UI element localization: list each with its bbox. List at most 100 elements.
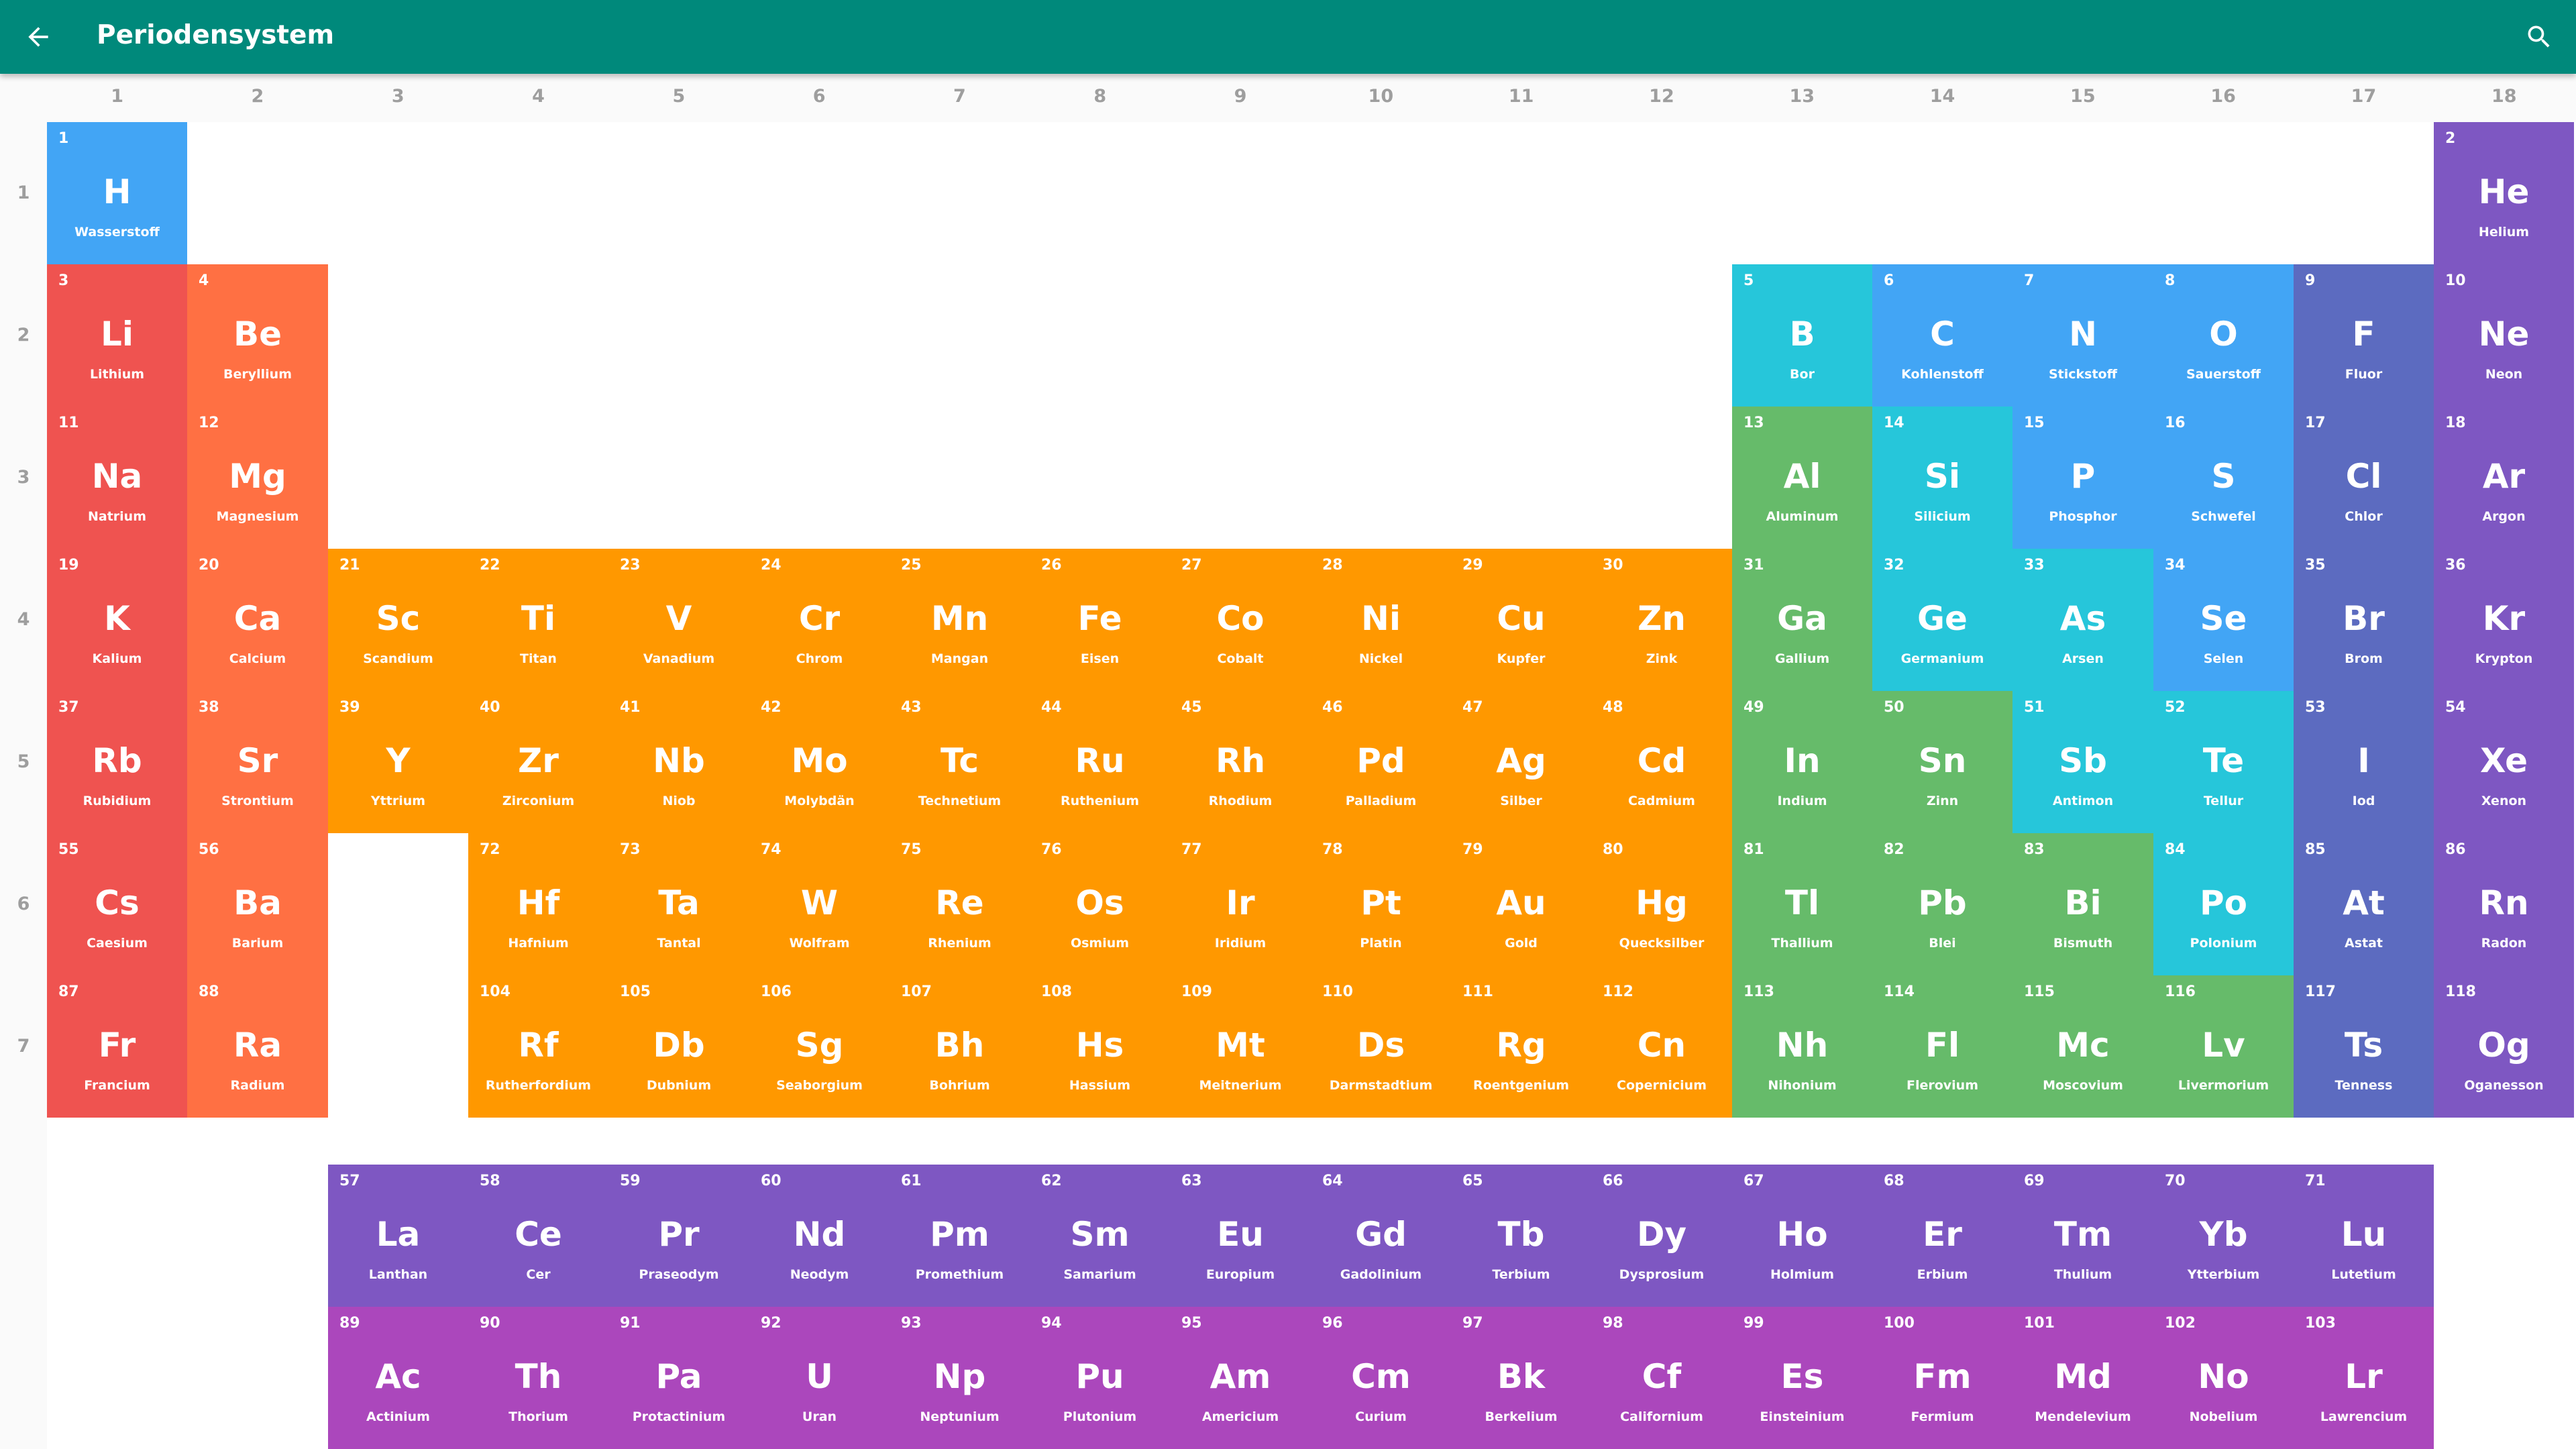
element-cell-rg[interactable]: 111 Rg Roentgenium [1451,975,1591,1118]
element-cell-mn[interactable]: 25 Mn Mangan [890,549,1030,691]
element-cell-y[interactable]: 39 Y Yttrium [328,691,468,833]
element-cell-k[interactable]: 19 K Kalium [47,549,187,691]
element-cell-li[interactable]: 3 Li Lithium [47,264,187,407]
element-cell-n[interactable]: 7 N Stickstoff [2012,264,2153,407]
element-cell-ag[interactable]: 47 Ag Silber [1451,691,1591,833]
element-cell-mc[interactable]: 115 Mc Moscovium [2012,975,2153,1118]
element-cell-zn[interactable]: 30 Zn Zink [1591,549,1732,691]
element-cell-fe[interactable]: 26 Fe Eisen [1030,549,1170,691]
element-cell-rf[interactable]: 104 Rf Rutherfordium [468,975,608,1118]
element-cell-sr[interactable]: 38 Sr Strontium [187,691,328,833]
element-cell-bk[interactable]: 97 Bk Berkelium [1451,1307,1591,1449]
element-cell-sb[interactable]: 51 Sb Antimon [2012,691,2153,833]
element-cell-lv[interactable]: 116 Lv Livermorium [2153,975,2294,1118]
element-cell-u[interactable]: 92 U Uran [749,1307,890,1449]
element-cell-ge[interactable]: 32 Ge Germanium [1872,549,2012,691]
element-cell-ne[interactable]: 10 Ne Neon [2434,264,2574,407]
element-cell-fr[interactable]: 87 Fr Francium [47,975,187,1118]
element-cell-cu[interactable]: 29 Cu Kupfer [1451,549,1591,691]
element-cell-o[interactable]: 8 O Sauerstoff [2153,264,2294,407]
element-cell-pd[interactable]: 46 Pd Palladium [1311,691,1451,833]
element-cell-ni[interactable]: 28 Ni Nickel [1311,549,1451,691]
element-cell-h[interactable]: 1 H Wasserstoff [47,122,187,264]
element-cell-pr[interactable]: 59 Pr Praseodym [608,1165,749,1307]
element-cell-zr[interactable]: 40 Zr Zirconium [468,691,608,833]
element-cell-pa[interactable]: 91 Pa Protactinium [608,1307,749,1449]
element-cell-sn[interactable]: 50 Sn Zinn [1872,691,2012,833]
element-cell-nh[interactable]: 113 Nh Nihonium [1732,975,1872,1118]
back-button[interactable] [1,0,75,74]
element-cell-fl[interactable]: 114 Fl Flerovium [1872,975,2012,1118]
element-cell-si[interactable]: 14 Si Silicium [1872,407,2012,549]
element-cell-la[interactable]: 57 La Lanthan [328,1165,468,1307]
element-cell-cl[interactable]: 17 Cl Chlor [2294,407,2434,549]
element-cell-pm[interactable]: 61 Pm Promethium [890,1165,1030,1307]
element-cell-ca[interactable]: 20 Ca Calcium [187,549,328,691]
element-cell-md[interactable]: 101 Md Mendelevium [2012,1307,2153,1449]
element-cell-ba[interactable]: 56 Ba Barium [187,833,328,975]
element-cell-ti[interactable]: 22 Ti Titan [468,549,608,691]
element-cell-tm[interactable]: 69 Tm Thulium [2012,1165,2153,1307]
element-cell-cf[interactable]: 98 Cf Californium [1591,1307,1732,1449]
element-cell-np[interactable]: 93 Np Neptunium [890,1307,1030,1449]
element-cell-kr[interactable]: 36 Kr Krypton [2434,549,2574,691]
element-cell-f[interactable]: 9 F Fluor [2294,264,2434,407]
element-cell-tl[interactable]: 81 Tl Thallium [1732,833,1872,975]
element-cell-rh[interactable]: 45 Rh Rhodium [1170,691,1311,833]
element-cell-sc[interactable]: 21 Sc Scandium [328,549,468,691]
element-cell-re[interactable]: 75 Re Rhenium [890,833,1030,975]
element-cell-ds[interactable]: 110 Ds Darmstadtium [1311,975,1451,1118]
element-cell-ac[interactable]: 89 Ac Actinium [328,1307,468,1449]
element-cell-rn[interactable]: 86 Rn Radon [2434,833,2574,975]
element-cell-cm[interactable]: 96 Cm Curium [1311,1307,1451,1449]
element-cell-be[interactable]: 4 Be Beryllium [187,264,328,407]
element-cell-yb[interactable]: 70 Yb Ytterbium [2153,1165,2294,1307]
element-cell-cr[interactable]: 24 Cr Chrom [749,549,890,691]
element-cell-ga[interactable]: 31 Ga Gallium [1732,549,1872,691]
element-cell-bh[interactable]: 107 Bh Bohrium [890,975,1030,1118]
element-cell-se[interactable]: 34 Se Selen [2153,549,2294,691]
element-cell-pt[interactable]: 78 Pt Platin [1311,833,1451,975]
element-cell-hg[interactable]: 80 Hg Quecksilber [1591,833,1732,975]
element-cell-c[interactable]: 6 C Kohlenstoff [1872,264,2012,407]
element-cell-ra[interactable]: 88 Ra Radium [187,975,328,1118]
element-cell-at[interactable]: 85 At Astat [2294,833,2434,975]
element-cell-er[interactable]: 68 Er Erbium [1872,1165,2012,1307]
element-cell-hs[interactable]: 108 Hs Hassium [1030,975,1170,1118]
element-cell-al[interactable]: 13 Al Aluminum [1732,407,1872,549]
element-cell-au[interactable]: 79 Au Gold [1451,833,1591,975]
element-cell-br[interactable]: 35 Br Brom [2294,549,2434,691]
element-cell-cd[interactable]: 48 Cd Cadmium [1591,691,1732,833]
element-cell-sm[interactable]: 62 Sm Samarium [1030,1165,1170,1307]
element-cell-xe[interactable]: 54 Xe Xenon [2434,691,2574,833]
element-cell-w[interactable]: 74 W Wolfram [749,833,890,975]
element-cell-fm[interactable]: 100 Fm Fermium [1872,1307,2012,1449]
element-cell-os[interactable]: 76 Os Osmium [1030,833,1170,975]
element-cell-pb[interactable]: 82 Pb Blei [1872,833,2012,975]
element-cell-es[interactable]: 99 Es Einsteinium [1732,1307,1872,1449]
element-cell-sg[interactable]: 106 Sg Seaborgium [749,975,890,1118]
element-cell-cs[interactable]: 55 Cs Caesium [47,833,187,975]
element-cell-ts[interactable]: 117 Ts Tenness [2294,975,2434,1118]
element-cell-pu[interactable]: 94 Pu Plutonium [1030,1307,1170,1449]
element-cell-ru[interactable]: 44 Ru Ruthenium [1030,691,1170,833]
element-cell-in[interactable]: 49 In Indium [1732,691,1872,833]
element-cell-og[interactable]: 118 Og Oganesson [2434,975,2574,1118]
element-cell-gd[interactable]: 64 Gd Gadolinium [1311,1165,1451,1307]
element-cell-ta[interactable]: 73 Ta Tantal [608,833,749,975]
element-cell-rb[interactable]: 37 Rb Rubidium [47,691,187,833]
element-cell-db[interactable]: 105 Db Dubnium [608,975,749,1118]
element-cell-no[interactable]: 102 No Nobelium [2153,1307,2294,1449]
element-cell-mt[interactable]: 109 Mt Meitnerium [1170,975,1311,1118]
element-cell-nb[interactable]: 41 Nb Niob [608,691,749,833]
search-button[interactable] [2502,0,2576,74]
element-cell-hf[interactable]: 72 Hf Hafnium [468,833,608,975]
element-cell-am[interactable]: 95 Am Americium [1170,1307,1311,1449]
element-cell-mo[interactable]: 42 Mo Molybdän [749,691,890,833]
element-cell-v[interactable]: 23 V Vanadium [608,549,749,691]
element-cell-p[interactable]: 15 P Phosphor [2012,407,2153,549]
element-cell-co[interactable]: 27 Co Cobalt [1170,549,1311,691]
element-cell-ar[interactable]: 18 Ar Argon [2434,407,2574,549]
element-cell-ce[interactable]: 58 Ce Cer [468,1165,608,1307]
element-cell-tc[interactable]: 43 Tc Technetium [890,691,1030,833]
